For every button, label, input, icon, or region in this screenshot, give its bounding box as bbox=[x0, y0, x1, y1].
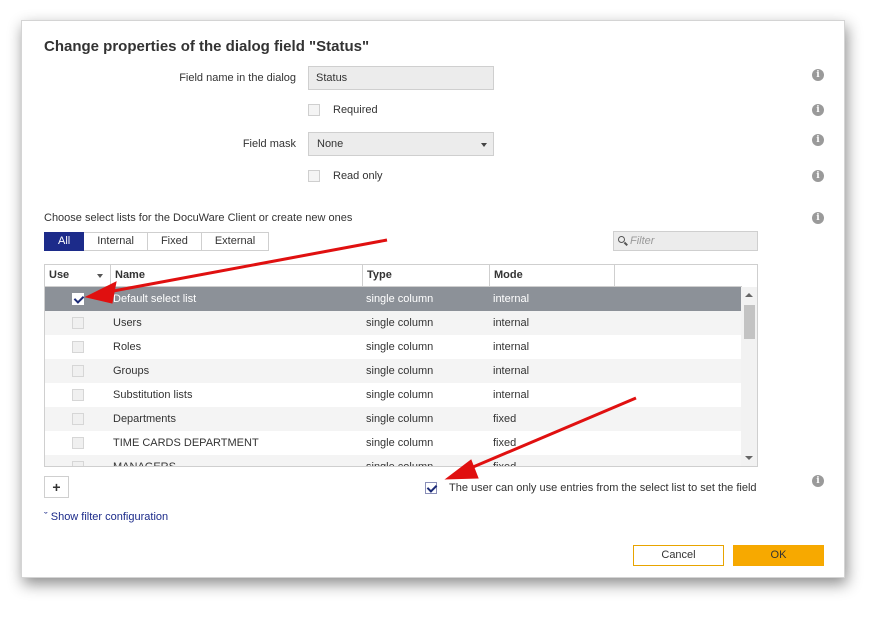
use-checkbox[interactable] bbox=[72, 293, 84, 305]
cell-mode: fixed bbox=[493, 437, 517, 449]
select-lists-label: Choose select lists for the DocuWare Cli… bbox=[44, 212, 353, 224]
cell-name: Default select list bbox=[113, 293, 197, 305]
required-checkbox[interactable] bbox=[308, 104, 320, 116]
dialog-title: Change properties of the dialog field "S… bbox=[44, 38, 370, 55]
list-type-tabs: All Internal Fixed External bbox=[44, 232, 270, 251]
use-checkbox[interactable] bbox=[72, 389, 84, 401]
use-checkbox[interactable] bbox=[72, 437, 84, 449]
chevron-down-icon: ˇ bbox=[44, 511, 48, 523]
cell-mode: fixed bbox=[493, 461, 517, 467]
cell-type: single column bbox=[366, 293, 434, 305]
cell-name: TIME CARDS DEPARTMENT bbox=[113, 437, 259, 449]
cell-name: Groups bbox=[113, 365, 150, 377]
read-only-info-icon[interactable]: i bbox=[812, 170, 824, 182]
ok-button[interactable]: OK bbox=[733, 545, 824, 566]
tab-internal[interactable]: Internal bbox=[84, 232, 148, 251]
cell-name: Departments bbox=[113, 413, 176, 425]
field-mask-value: None bbox=[317, 138, 344, 150]
table-row[interactable]: Departments single column fixed bbox=[45, 407, 742, 431]
chevron-down-icon bbox=[481, 143, 487, 147]
sort-chevron-icon[interactable] bbox=[97, 274, 103, 278]
field-mask-dropdown[interactable]: None bbox=[308, 132, 494, 156]
use-checkbox[interactable] bbox=[72, 365, 84, 377]
scroll-up-icon[interactable] bbox=[745, 293, 753, 297]
cell-mode: internal bbox=[493, 317, 530, 329]
search-icon bbox=[618, 236, 625, 243]
table-row[interactable]: Default select list single column internal bbox=[45, 287, 742, 311]
table-row[interactable]: Users single column internal bbox=[45, 311, 742, 335]
cell-type: single column bbox=[366, 365, 434, 377]
read-only-label: Read only bbox=[333, 170, 383, 182]
table-row[interactable]: MANAGERS single column fixed bbox=[45, 455, 742, 467]
field-name-label: Field name in the dialog bbox=[179, 72, 296, 84]
tab-external[interactable]: External bbox=[201, 232, 270, 251]
column-header-type[interactable]: Type bbox=[363, 265, 490, 287]
table-row[interactable]: TIME CARDS DEPARTMENT single column fixed bbox=[45, 431, 742, 455]
cell-type: single column bbox=[366, 413, 434, 425]
column-header-mode[interactable]: Mode bbox=[490, 265, 615, 287]
column-header-use[interactable]: Use bbox=[45, 265, 111, 287]
required-info-icon[interactable]: i bbox=[812, 104, 824, 116]
field-mask-label: Field mask bbox=[242, 138, 296, 150]
restrict-entries-label: The user can only use entries from the s… bbox=[449, 482, 757, 494]
restrict-entries-checkbox[interactable] bbox=[425, 482, 437, 494]
cell-name: Substitution lists bbox=[113, 389, 193, 401]
cell-type: single column bbox=[366, 389, 434, 401]
select-lists-table: Use Name Type Mode Default select list si… bbox=[44, 264, 758, 467]
read-only-checkbox[interactable] bbox=[308, 170, 320, 182]
tab-all[interactable]: All bbox=[44, 232, 85, 251]
cell-mode: internal bbox=[493, 341, 530, 353]
scroll-thumb[interactable] bbox=[744, 305, 755, 339]
restrict-entries-info-icon[interactable]: i bbox=[812, 475, 824, 487]
cell-mode: internal bbox=[493, 389, 530, 401]
column-header-use-label: Use bbox=[49, 269, 70, 281]
cell-type: single column bbox=[366, 437, 434, 449]
vertical-scrollbar[interactable] bbox=[741, 287, 757, 466]
table-header: Use Name Type Mode bbox=[45, 265, 742, 287]
cell-name: Roles bbox=[113, 341, 142, 353]
column-header-name[interactable]: Name bbox=[111, 265, 363, 287]
table-row[interactable]: Substitution lists single column internal bbox=[45, 383, 742, 407]
use-checkbox[interactable] bbox=[72, 341, 84, 353]
required-label: Required bbox=[333, 104, 378, 116]
use-checkbox[interactable] bbox=[72, 317, 84, 329]
use-checkbox[interactable] bbox=[72, 461, 84, 466]
cell-type: single column bbox=[366, 317, 434, 329]
tab-fixed[interactable]: Fixed bbox=[147, 232, 202, 251]
use-checkbox[interactable] bbox=[72, 413, 84, 425]
scroll-down-icon[interactable] bbox=[745, 456, 753, 460]
show-filter-configuration-link[interactable]: ˇ Show filter configuration bbox=[44, 511, 168, 523]
cell-type: single column bbox=[366, 461, 434, 467]
table-row[interactable]: Groups single column internal bbox=[45, 359, 742, 383]
cell-name: MANAGERS bbox=[113, 461, 176, 467]
select-lists-info-icon[interactable]: i bbox=[812, 212, 824, 224]
cancel-button[interactable]: Cancel bbox=[633, 545, 724, 566]
show-filter-label: Show filter configuration bbox=[50, 511, 169, 523]
field-mask-info-icon[interactable]: i bbox=[812, 134, 824, 146]
cell-mode: internal bbox=[493, 293, 530, 305]
cell-mode: internal bbox=[493, 365, 530, 377]
cell-mode: fixed bbox=[493, 413, 517, 425]
add-select-list-button[interactable]: + bbox=[44, 476, 69, 498]
filter-placeholder: Filter bbox=[630, 235, 655, 247]
cell-type: single column bbox=[366, 341, 434, 353]
table-row[interactable]: Roles single column internal bbox=[45, 335, 742, 359]
field-name-input[interactable]: Status bbox=[308, 66, 494, 90]
field-name-info-icon[interactable]: i bbox=[812, 69, 824, 81]
cell-name: Users bbox=[113, 317, 142, 329]
properties-dialog: Change properties of the dialog field "S… bbox=[21, 20, 845, 578]
filter-input[interactable]: Filter bbox=[613, 231, 758, 251]
